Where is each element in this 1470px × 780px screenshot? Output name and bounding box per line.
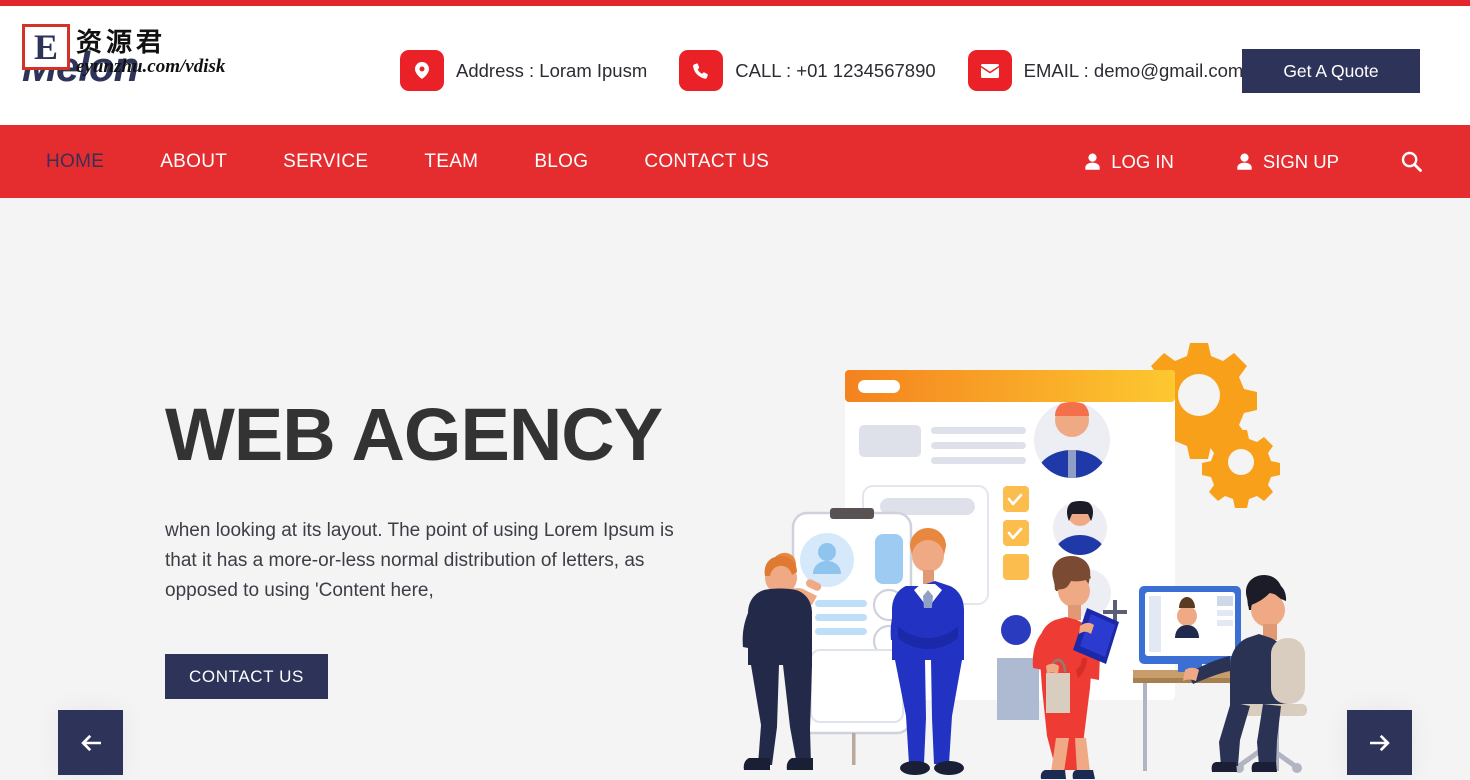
arrow-left-icon [80, 734, 102, 752]
contact-call-label: CALL : +01 1234567890 [735, 59, 936, 81]
envelope-icon [967, 50, 1012, 91]
site-logo[interactable]: Melon [22, 20, 222, 100]
top-bar: Melon E 资源君 eyunzhu.com/vdisk Address : … [0, 6, 1470, 125]
login-label: LOG IN [1111, 150, 1174, 172]
nav-item-blog[interactable]: BLOG [534, 151, 588, 173]
login-button[interactable]: LOG IN [1084, 151, 1174, 173]
contact-email-label: EMAIL : demo@gmail.com [1023, 59, 1244, 81]
hero-text-block: WEB AGENCY when looking at its layout. T… [165, 393, 725, 700]
hero-section: WEB AGENCY when looking at its layout. T… [0, 198, 1470, 780]
location-pin-icon [400, 50, 444, 91]
user-icon [1084, 153, 1101, 170]
nav-item-service[interactable]: SERVICE [283, 151, 368, 173]
nav-item-about[interactable]: ABOUT [160, 151, 227, 173]
phone-icon [679, 50, 724, 91]
user-icon [1236, 153, 1253, 170]
decor-circle [1001, 615, 1031, 645]
logo-text: Melon [22, 43, 139, 90]
hero-illustration [735, 338, 1315, 780]
contact-item-email[interactable]: EMAIL : demo@gmail.com [967, 50, 1244, 91]
gear-small-icon [1202, 430, 1280, 508]
decor-rect [997, 658, 1039, 720]
page-root: Melon E 资源君 eyunzhu.com/vdisk Address : … [0, 0, 1470, 780]
hero-title: WEB AGENCY [165, 393, 663, 476]
nav-account-group: LOG IN SIGN UP [1084, 125, 1422, 198]
arrow-right-icon [1369, 734, 1391, 752]
hero-contact-us-button[interactable]: CONTACT US [165, 654, 328, 700]
carousel-next-button[interactable] [1347, 710, 1412, 775]
contact-info-group: Address : Loram Ipusm CALL : +01 1234567… [400, 50, 1243, 91]
search-icon[interactable] [1401, 151, 1422, 172]
contact-address-label: Address : Loram Ipusm [456, 59, 648, 81]
signup-button[interactable]: SIGN UP [1236, 151, 1339, 173]
business-team-illustration [742, 343, 1307, 779]
nav-item-contact-us[interactable]: CONTACT US [644, 151, 769, 173]
nav-links-group: HOME ABOUT SERVICE TEAM BLOG CONTACT US [46, 125, 825, 198]
carousel-prev-button[interactable] [58, 710, 123, 775]
signup-label: SIGN UP [1262, 150, 1339, 172]
hero-paragraph: when looking at its layout. The point of… [165, 520, 674, 602]
contact-item-address[interactable]: Address : Loram Ipusm [400, 50, 647, 91]
main-navigation-bar: HOME ABOUT SERVICE TEAM BLOG CONTACT US … [0, 125, 1470, 198]
get-a-quote-button[interactable]: Get A Quote [1242, 49, 1420, 93]
person-presenter [742, 552, 822, 770]
nav-item-team[interactable]: TEAM [424, 151, 478, 173]
contact-item-call[interactable]: CALL : +01 1234567890 [679, 50, 936, 91]
nav-item-home[interactable]: HOME [46, 151, 104, 173]
